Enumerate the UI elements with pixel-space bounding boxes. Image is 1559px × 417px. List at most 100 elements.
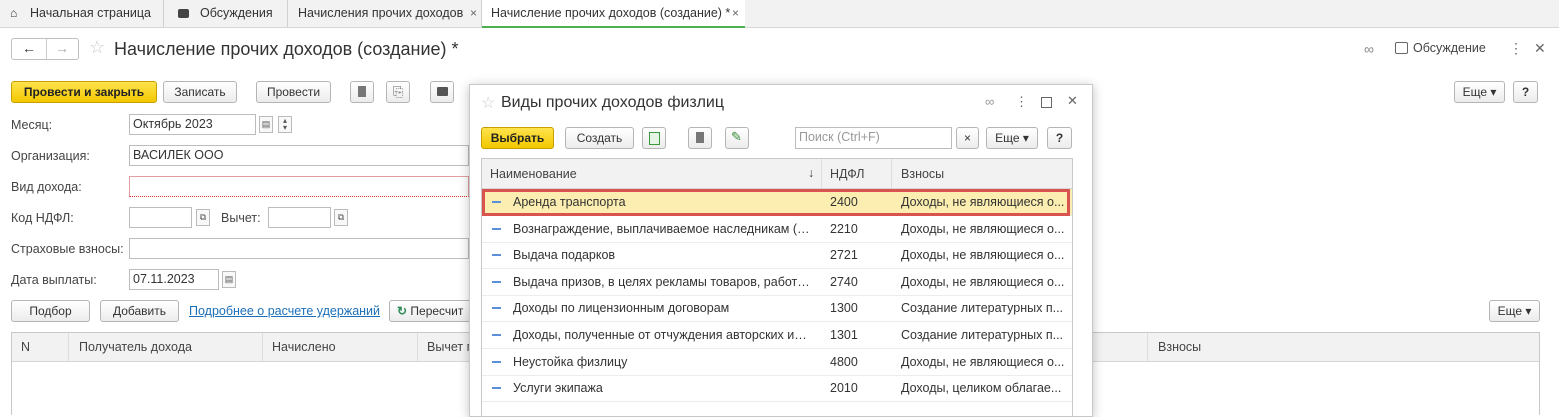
item-contrib: Доходы, целиком облагае... [901,381,1062,396]
item-ndfl: 2010 [830,381,858,396]
column-header[interactable]: Получатель дохода [79,340,192,354]
item-name: Неустойка физлицу [513,354,628,369]
edit-button[interactable]: ✎ [725,127,749,149]
list-item[interactable]: Вознаграждение, выплачиваемое наследника… [482,216,1072,243]
column-header[interactable]: N [21,340,30,354]
recalc-button[interactable]: ↻ Пересчит [389,300,479,322]
paperclip-icon: ⎘ [393,84,404,99]
link-icon[interactable]: ∞ [1364,41,1374,57]
income-types-dialog: ☆ Виды прочих доходов физлиц ∞ ⋮ ✕ Выбра… [469,84,1093,417]
star-icon[interactable]: ☆ [481,93,495,113]
dialog-title: Виды прочих доходов физлиц [501,94,725,111]
list-item[interactable]: Неустойка физлицу 4800 Доходы, не являющие… [482,349,1072,376]
more-vert-icon[interactable]: ⋮ [1509,40,1523,57]
list-item[interactable]: Выдача призов, в целях рекламы товаров, … [482,269,1072,296]
attach-button[interactable]: ⎘ [386,81,410,103]
organization-field[interactable]: ВАСИЛЕК ООО [129,145,469,166]
copy-button[interactable] [642,127,666,149]
item-contrib: Доходы, не являющиеся о... [901,248,1065,263]
item-icon [492,280,501,283]
column-header[interactable]: Вычет г [427,340,471,354]
tab-income-list[interactable]: Начисления прочих доходов × [288,0,482,27]
deduction-field[interactable] [268,207,331,228]
item-icon [492,227,501,230]
printer-icon [437,87,448,96]
month-field[interactable]: Октябрь 2023 [129,114,256,135]
divider [262,333,263,361]
column-ndfl-header[interactable]: НДФЛ [830,167,865,181]
item-ndfl: 2210 [830,221,858,236]
search-input[interactable]: Поиск (Ctrl+F) [795,127,952,149]
pay-date-field[interactable]: 07.11.2023 [129,269,219,290]
sort-arrow-icon[interactable]: ↓ [808,166,814,180]
ndfl-code-field[interactable] [129,207,192,228]
document-icon [358,86,366,97]
forward-arrow-icon[interactable]: → [55,40,69,56]
more-vert-icon[interactable]: ⋮ [1015,94,1028,110]
help-button[interactable]: ? [1513,81,1538,103]
more-button[interactable]: Еще ▾ [1454,81,1505,103]
star-icon[interactable]: ☆ [89,37,105,58]
save-button[interactable]: Записать [163,81,237,103]
close-icon[interactable]: ✕ [1067,93,1078,109]
column-header[interactable]: Начислено [272,340,336,354]
ndfl-code-label: Код НДФЛ: [11,211,74,225]
list-item[interactable]: Аренда транспорта 2400 Доходы, не являющие… [482,189,1072,216]
insurance-field[interactable] [129,238,469,259]
post-and-close-button[interactable]: Провести и закрыть [11,81,157,103]
column-contrib-header[interactable]: Взносы [901,167,944,181]
open-icon[interactable]: ⧉ [196,209,210,226]
close-icon[interactable]: × [732,0,739,27]
income-type-field[interactable] [129,176,469,197]
print-button[interactable] [430,81,454,103]
post-button[interactable]: Провести [256,81,331,103]
item-contrib: Доходы, не являющиеся о... [901,221,1065,236]
create-button[interactable]: Создать [565,127,634,149]
document-button[interactable] [350,81,374,103]
more-button[interactable]: Еще ▾ [986,127,1038,149]
more-label: Еще [995,131,1020,145]
tab-income-create[interactable]: Начисление прочих доходов (создание) * × [482,0,745,28]
item-icon [492,307,501,310]
organization-label: Организация: [11,149,90,163]
recalc-label: Пересчит [410,304,464,318]
list-item[interactable]: Услуги экипажа 2010 Доходы, целиком облага… [482,375,1072,403]
list-item[interactable]: Доходы по лицензионным договорам 1300 Созд… [482,295,1072,323]
tab-discussions[interactable]: Обсуждения [164,0,288,27]
search-clear-button[interactable]: × [956,127,979,149]
month-stepper[interactable]: ▴ ▾ [278,116,292,133]
calendar-icon[interactable]: ▤ [222,271,236,288]
grid-more-button[interactable]: Еще ▾ [1489,300,1540,322]
close-icon[interactable]: ✕ [1534,40,1546,57]
copy-icon [649,132,660,145]
calendar-icon[interactable]: ▤ [259,116,273,133]
item-name: Выдача подарков [513,248,616,263]
divider [417,333,418,361]
discussion-link[interactable]: Обсуждение [1413,41,1486,55]
maximize-icon[interactable] [1041,97,1052,108]
help-button[interactable]: ? [1047,127,1072,149]
link-icon[interactable]: ∞ [985,94,994,109]
list-item[interactable]: Выдача подарков 2721 Доходы, не являющиеся… [482,242,1072,270]
column-name-header[interactable]: Наименование [490,167,577,181]
list-item[interactable]: Доходы, полученные от отчуждения авторск… [482,322,1072,349]
refresh-icon: ↻ [397,304,408,318]
item-icon [492,360,501,363]
back-arrow-icon[interactable]: ← [22,40,36,56]
close-icon[interactable]: × [470,0,477,27]
item-ndfl: 2721 [830,248,858,263]
open-icon[interactable]: ⧉ [334,209,348,226]
select-button[interactable]: Выбрать [481,127,554,149]
add-button[interactable]: Добавить [100,300,179,322]
column-header[interactable]: Взносы [1158,340,1201,354]
list-button[interactable] [688,127,712,149]
tab-home[interactable]: ⌂ Начальная страница [0,0,164,27]
tab-label: Начисления прочих доходов [298,6,464,20]
details-link[interactable]: Подробнее о расчете удержаний [189,304,380,318]
item-icon [492,387,501,390]
item-icon [492,201,501,203]
tab-label: Начальная страница [30,6,151,20]
pick-button[interactable]: Подбор [11,300,90,322]
item-contrib: Доходы, не являющиеся о... [901,195,1065,209]
item-name: Доходы, полученные от отчуждения авторск… [513,328,813,342]
